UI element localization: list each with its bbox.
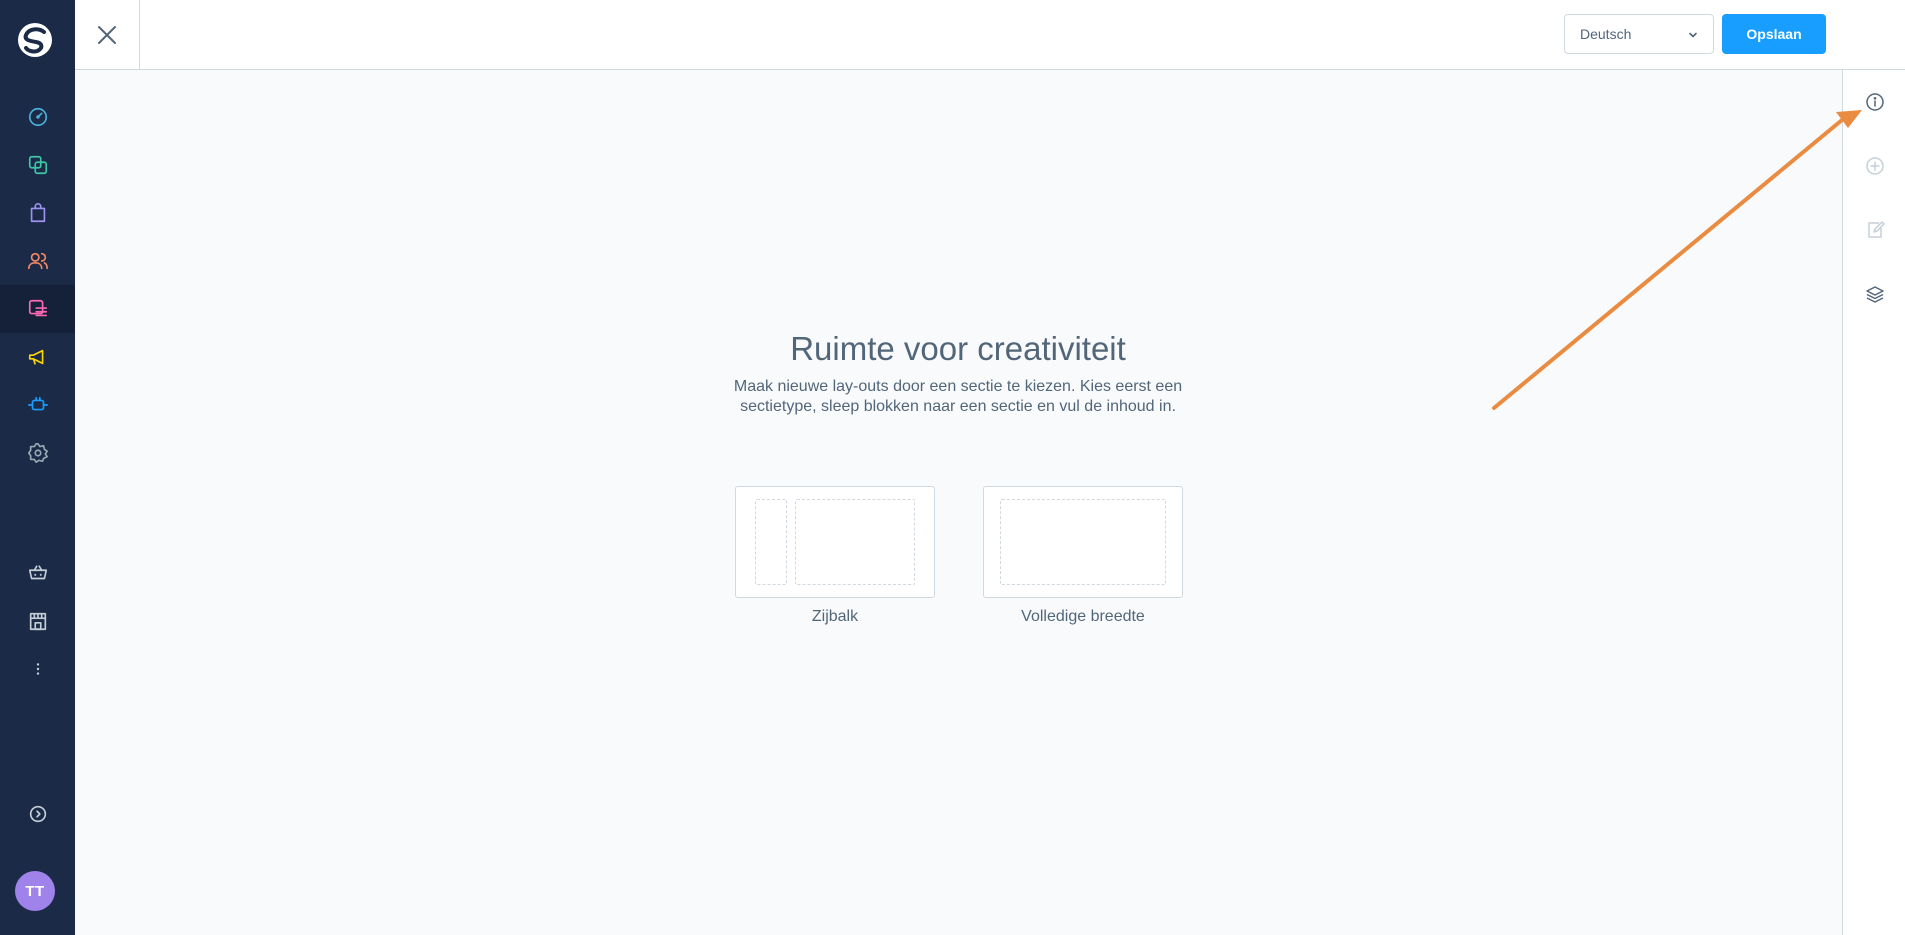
settings-icon — [27, 443, 48, 463]
chevron-down-icon — [1689, 32, 1697, 38]
language-select[interactable]: Deutsch — [1564, 14, 1714, 54]
sidebar-more-button[interactable] — [0, 645, 75, 693]
full-width-placeholder — [1000, 499, 1166, 585]
user-avatar[interactable]: TT — [15, 871, 55, 911]
add-block-button[interactable] — [1843, 142, 1905, 190]
sidebar-panel — [1842, 70, 1905, 935]
sidebar-column-placeholder — [755, 499, 787, 585]
sidebar-item-content[interactable] — [0, 285, 75, 333]
annotation-arrow — [1492, 110, 1862, 410]
sidebar-item-sales-channel[interactable] — [0, 549, 75, 597]
sidebar-item-marketing[interactable] — [0, 333, 75, 381]
add-block-icon — [1865, 157, 1884, 175]
top-bar: Deutsch Opslaan — [75, 0, 1905, 70]
layers-icon — [1865, 286, 1884, 303]
content-icon — [28, 299, 47, 317]
close-icon — [98, 26, 116, 44]
close-button[interactable] — [75, 0, 140, 70]
marketing-icon — [28, 349, 43, 365]
sidebar-collapse-button[interactable] — [0, 790, 75, 838]
section-preview-full-width — [983, 486, 1183, 598]
orders-icon — [30, 203, 45, 223]
sidebar-item-settings[interactable] — [0, 429, 75, 477]
admin-sidebar: TT — [0, 0, 75, 935]
collapse-icon — [29, 805, 46, 823]
sidebar-item-extensions[interactable] — [0, 381, 75, 429]
edit-icon — [1867, 221, 1885, 238]
info-button[interactable] — [1843, 78, 1905, 126]
section-type-label: Volledige breedte — [1021, 608, 1145, 625]
sidebar-item-storefront[interactable] — [0, 597, 75, 645]
sidebar-item-orders[interactable] — [0, 189, 75, 237]
catalogue-icon — [28, 155, 47, 175]
sidebar-item-dashboard[interactable] — [0, 93, 75, 141]
extensions-icon — [27, 396, 48, 411]
sidebar-item-catalogues[interactable] — [0, 141, 75, 189]
sales-channel-icon — [28, 565, 47, 580]
more-icon — [36, 663, 39, 675]
section-type-sidebar[interactable]: Zijbalk — [735, 486, 935, 626]
dashboard-icon — [28, 107, 47, 127]
section-preview-sidebar — [735, 486, 935, 598]
sidebar-item-customers[interactable] — [0, 237, 75, 285]
section-type-full-width[interactable]: Volledige breedte — [983, 486, 1183, 626]
shopware-logo-icon[interactable] — [17, 22, 53, 58]
customers-icon — [27, 252, 48, 270]
save-button[interactable]: Opslaan — [1722, 14, 1826, 54]
section-type-label: Zijbalk — [811, 608, 859, 625]
layers-button[interactable] — [1843, 270, 1905, 318]
edit-button[interactable] — [1843, 206, 1905, 254]
info-icon — [1865, 93, 1884, 111]
language-select-value: Deutsch — [1580, 26, 1632, 42]
empty-state-description: Maak nieuwe lay-outs door een sectie te … — [733, 378, 1183, 415]
storefront-icon — [29, 612, 46, 631]
page-title: Ruimte voor creativiteit — [790, 330, 1126, 367]
content-column-placeholder — [795, 499, 915, 585]
